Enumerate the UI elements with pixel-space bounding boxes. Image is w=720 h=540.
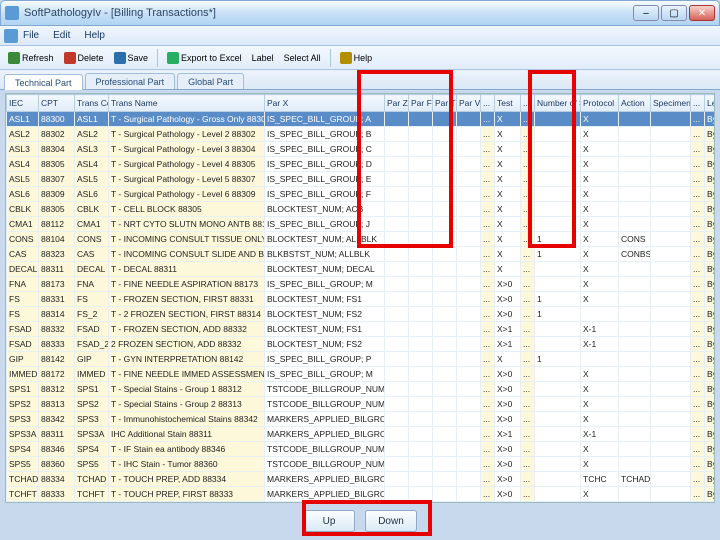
selectall-button[interactable]: Select All	[280, 51, 325, 65]
help-button[interactable]: Help	[336, 50, 377, 66]
col-protocol[interactable]: Protocol	[581, 95, 619, 112]
table-row[interactable]: CBLK88305CBLKT - CELL BLOCK 88305BLOCKTE…	[7, 202, 716, 217]
transactions-grid[interactable]: IEC CPT Trans Code Trans Name Par X Par …	[6, 94, 715, 502]
window-title: SoftPathologyIv - [Billing Transactions*…	[24, 7, 633, 19]
tab-professional[interactable]: Professional Part	[85, 73, 176, 89]
app-icon	[5, 6, 19, 20]
table-row[interactable]: FSAD88333FSAD_22 FROZEN SECTION, ADD 883…	[7, 337, 716, 352]
table-row[interactable]: FS88331FST - FROZEN SECTION, FIRST 88331…	[7, 292, 716, 307]
col-specimen[interactable]: Specimen	[651, 95, 691, 112]
col-parx[interactable]: Par X	[265, 95, 385, 112]
table-row[interactable]: FNA88173FNAT - FINE NEEDLE ASPIRATION 88…	[7, 277, 716, 292]
table-row[interactable]: IMMED88172IMMEDT - FINE NEEDLE IMMED ASS…	[7, 367, 716, 382]
table-row[interactable]: FS88314FS_2T - 2 FROZEN SECTION, FIRST 8…	[7, 307, 716, 322]
delete-button[interactable]: Delete	[60, 50, 108, 66]
down-button[interactable]: Down	[365, 510, 417, 532]
save-icon	[114, 52, 126, 64]
col-dots[interactable]: ...	[481, 95, 495, 112]
up-button[interactable]: Up	[303, 510, 355, 532]
menu-edit[interactable]: Edit	[53, 30, 70, 41]
table-row[interactable]: CAS88323CAST - INCOMING CONSULT SLIDE AN…	[7, 247, 716, 262]
header-row: IEC CPT Trans Code Trans Name Par X Par …	[7, 95, 716, 112]
menubar: File Edit Help	[0, 26, 720, 46]
help-icon	[340, 52, 352, 64]
button-bar: Up Down	[0, 506, 720, 536]
refresh-button[interactable]: Refresh	[4, 50, 58, 66]
col-transcode[interactable]: Trans Code	[75, 95, 109, 112]
table-row[interactable]: TCHFT88333TCHFTT - TOUCH PREP, FIRST 883…	[7, 487, 716, 502]
separator-icon	[330, 49, 331, 67]
delete-icon	[64, 52, 76, 64]
maximize-button[interactable]: ▢	[661, 5, 687, 21]
menu-help[interactable]: Help	[84, 30, 105, 41]
col-parf[interactable]: Par F	[409, 95, 433, 112]
close-button[interactable]: ✕	[689, 5, 715, 21]
menu-icon	[4, 29, 18, 43]
table-row[interactable]: ASL288302ASL2T - Surgical Pathology - Le…	[7, 127, 716, 142]
table-row[interactable]: ASL488305ASL4T - Surgical Pathology - Le…	[7, 157, 716, 172]
table-row[interactable]: SPS388342SPS3T - Immunohistochemical Sta…	[7, 412, 716, 427]
col-dots[interactable]: ...	[521, 95, 535, 112]
table-row[interactable]: ASL188300ASL1T - Surgical Pathology - Gr…	[7, 112, 716, 127]
titlebar: SoftPathologyIv - [Billing Transactions*…	[0, 0, 720, 26]
table-row[interactable]: SPS488346SPS4T - IF Stain ea antibody 88…	[7, 442, 716, 457]
menu-file[interactable]: File	[23, 30, 39, 41]
table-row[interactable]: TCHAD88334TCHADT - TOUCH PREP, ADD 88334…	[7, 472, 716, 487]
col-iec[interactable]: IEC	[7, 95, 39, 112]
col-cpt[interactable]: CPT	[39, 95, 75, 112]
table-row[interactable]: DECAL88311DECALT - DECAL 88311BLOCKTEST_…	[7, 262, 716, 277]
export-button[interactable]: Export to Excel	[163, 50, 246, 66]
separator-icon	[157, 49, 158, 67]
table-row[interactable]: CMA188112CMA1T - NRT CYTO SLUTN MONO ANT…	[7, 217, 716, 232]
col-level[interactable]: Level	[705, 95, 716, 112]
col-parv[interactable]: Par V	[457, 95, 481, 112]
table-row[interactable]: GIP88142GIPT - GYN INTERPRETATION 88142I…	[7, 352, 716, 367]
refresh-icon	[8, 52, 20, 64]
col-part[interactable]: Par T	[433, 95, 457, 112]
table-row[interactable]: SPS288313SPS2T - Special Stains - Group …	[7, 397, 716, 412]
tab-global[interactable]: Global Part	[177, 73, 244, 89]
table-row[interactable]: CONS88104CONST - INCOMING CONSULT TISSUE…	[7, 232, 716, 247]
save-button[interactable]: Save	[110, 50, 153, 66]
table-row[interactable]: ASL588307ASL5T - Surgical Pathology - Le…	[7, 172, 716, 187]
tabstrip: Technical Part Professional Part Global …	[0, 70, 720, 90]
toolbar: Refresh Delete Save Export to Excel Labe…	[0, 46, 720, 70]
tab-technical[interactable]: Technical Part	[4, 74, 83, 90]
col-action[interactable]: Action	[619, 95, 651, 112]
minimize-button[interactable]: –	[633, 5, 659, 21]
export-icon	[167, 52, 179, 64]
label-button[interactable]: Label	[248, 51, 278, 65]
table-row[interactable]: FSAD88332FSADT - FROZEN SECTION, ADD 883…	[7, 322, 716, 337]
col-ns[interactable]: Number of S	[535, 95, 581, 112]
table-row[interactable]: SPS188312SPS1T - Special Stains - Group …	[7, 382, 716, 397]
grid-container: IEC CPT Trans Code Trans Name Par X Par …	[5, 93, 715, 503]
table-row[interactable]: ASL688309ASL6T - Surgical Pathology - Le…	[7, 187, 716, 202]
table-row[interactable]: SPS3A88311SPS3AIHC Additional Stain 8831…	[7, 427, 716, 442]
table-row[interactable]: SPS588360SPS5T - IHC Stain - Tumor 88360…	[7, 457, 716, 472]
col-parz[interactable]: Par Z	[385, 95, 409, 112]
col-transname[interactable]: Trans Name	[109, 95, 265, 112]
table-row[interactable]: ASL388304ASL3T - Surgical Pathology - Le…	[7, 142, 716, 157]
col-dots2[interactable]: ...	[691, 95, 705, 112]
col-test[interactable]: Test	[495, 95, 521, 112]
